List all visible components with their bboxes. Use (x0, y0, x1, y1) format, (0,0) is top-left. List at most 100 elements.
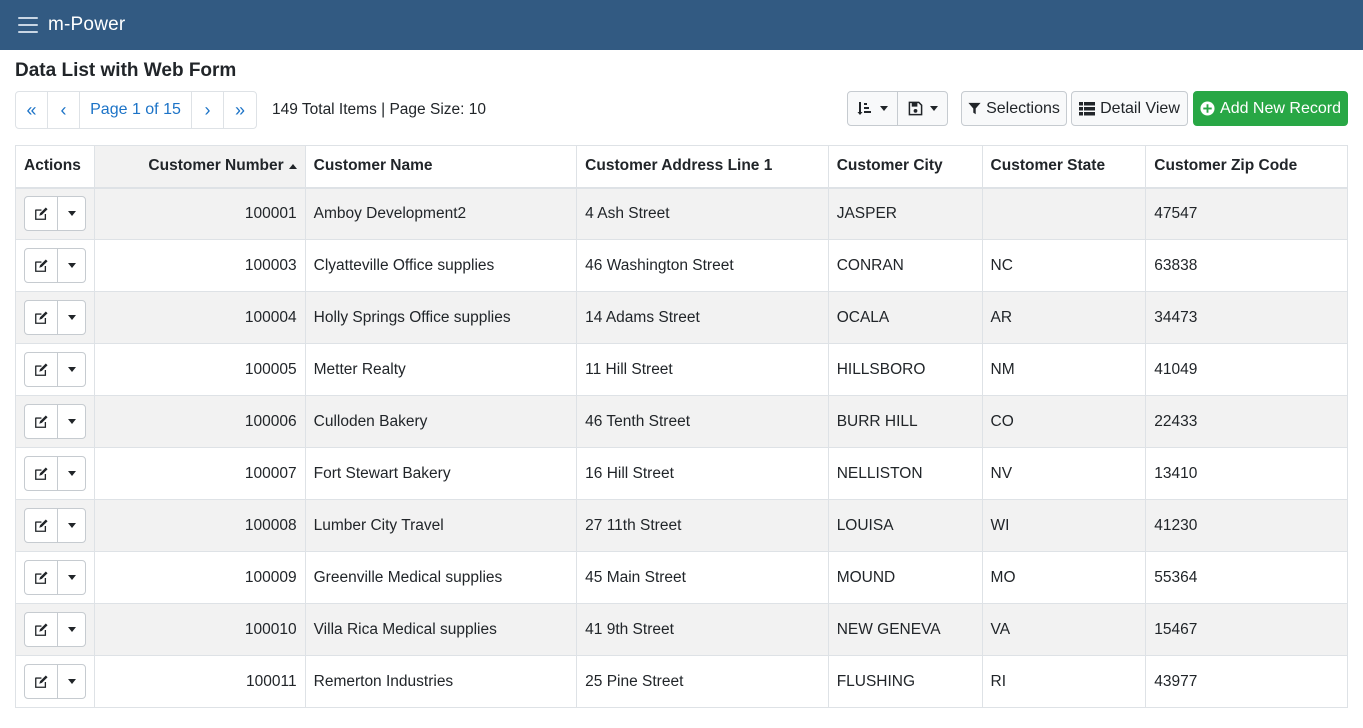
table-row[interactable]: 100011 Remerton Industries 25 Pine Street F… (15, 655, 1348, 708)
header-customer-number[interactable]: Customer Number (94, 145, 306, 189)
row-menu-button[interactable] (58, 353, 85, 386)
page-title: Data List with Web Form (15, 60, 237, 81)
cell-state: AR (981, 291, 1147, 344)
edit-button[interactable] (25, 301, 58, 334)
row-menu-button[interactable] (58, 301, 85, 334)
add-new-record-button[interactable]: Add New Record (1193, 91, 1348, 126)
cell-address: 27 11th Street (576, 499, 829, 552)
cell-address: 16 Hill Street (576, 447, 829, 500)
table-row[interactable]: 100010 Villa Rica Medical supplies 41 9th … (15, 603, 1348, 656)
table-row[interactable]: 100008 Lumber City Travel 27 11th Street LO… (15, 499, 1348, 552)
cell-address: 14 Adams Street (576, 291, 829, 344)
caret-down-icon (67, 211, 76, 217)
caret-down-icon (67, 575, 76, 580)
row-actions-cell (15, 447, 95, 500)
cell-address: 45 Main Street (576, 551, 829, 604)
edit-button[interactable] (25, 197, 58, 231)
cell-address: 41 9th Street (576, 603, 829, 656)
table-row[interactable]: 100005 Metter Realty 11 Hill Street HILLSBO… (15, 343, 1348, 396)
row-menu-button[interactable] (58, 249, 85, 282)
detail-view-label: Detail View (1100, 99, 1180, 117)
cell-zip: 22433 (1145, 395, 1348, 448)
selections-button[interactable]: Selections (961, 91, 1067, 126)
cell-zip: 63838 (1145, 239, 1348, 292)
cell-city: CONRAN (827, 239, 983, 292)
edit-button[interactable] (25, 353, 58, 386)
cell-customer-number: 100009 (94, 551, 306, 604)
row-menu-button[interactable] (58, 457, 85, 490)
table-row[interactable]: 100001 Amboy Development2 4 Ash Street JASP… (15, 187, 1348, 240)
row-actions-cell (15, 187, 95, 240)
caret-down-icon (67, 315, 76, 320)
cell-customer-number: 100004 (94, 291, 306, 344)
edit-button[interactable] (25, 509, 58, 542)
plus-circle-icon (1200, 101, 1215, 116)
cell-state: VA (981, 603, 1147, 656)
caret-down-icon (67, 367, 76, 372)
row-menu-button[interactable] (58, 509, 85, 542)
cell-zip: 41049 (1145, 343, 1348, 396)
table-row[interactable]: 100007 Fort Stewart Bakery 16 Hill Street N… (15, 447, 1348, 500)
cell-address: 25 Pine Street (576, 655, 829, 708)
detail-view-button[interactable]: Detail View (1071, 91, 1188, 126)
cell-city: JASPER (827, 187, 983, 240)
edit-icon (34, 622, 48, 637)
row-menu-button[interactable] (58, 613, 85, 646)
caret-down-icon (67, 523, 76, 528)
pager-summary: 149 Total Items | Page Size: 10 (272, 101, 486, 118)
cell-zip: 13410 (1145, 447, 1348, 500)
edit-button[interactable] (25, 613, 58, 646)
caret-down-icon (67, 471, 76, 476)
cell-address: 11 Hill Street (576, 343, 829, 396)
row-actions-group (24, 196, 86, 232)
row-actions-group (24, 508, 86, 543)
cell-state: RI (981, 655, 1147, 708)
cell-customer-number: 100005 (94, 343, 306, 396)
table-row[interactable]: 100009 Greenville Medical supplies 45 Main… (15, 551, 1348, 604)
edit-button[interactable] (25, 405, 58, 438)
page-indicator[interactable]: Page 1 of 15 (80, 92, 192, 128)
table-row[interactable]: 100004 Holly Springs Office supplies 14 Ad… (15, 291, 1348, 344)
app-brand[interactable]: m-Power (48, 14, 125, 36)
edit-button[interactable] (25, 457, 58, 490)
header-city[interactable]: Customer City (827, 145, 983, 189)
table-row[interactable]: 100003 Clyatteville Office supplies 46 Was… (15, 239, 1348, 292)
header-zip[interactable]: Customer Zip Code (1145, 145, 1348, 189)
edit-icon (34, 207, 48, 221)
cell-customer-name: Metter Realty (304, 343, 578, 396)
save-dropdown-button[interactable] (897, 91, 948, 126)
next-page-button[interactable]: › (192, 92, 224, 128)
row-menu-button[interactable] (58, 561, 85, 594)
pager: « ‹ Page 1 of 15 › » (15, 91, 257, 129)
sort-dropdown-button[interactable] (847, 91, 898, 126)
cell-customer-number: 100008 (94, 499, 306, 552)
edit-icon (34, 466, 48, 481)
hamburger-icon[interactable] (18, 17, 38, 33)
edit-button[interactable] (25, 665, 58, 698)
row-menu-button[interactable] (58, 665, 85, 698)
caret-down-icon (929, 106, 938, 111)
cell-customer-name: Holly Springs Office supplies (304, 291, 578, 344)
header-address[interactable]: Customer Address Line 1 (576, 145, 829, 189)
prev-page-button[interactable]: ‹ (48, 92, 80, 128)
edit-button[interactable] (25, 561, 58, 594)
cell-customer-name: Clyatteville Office supplies (304, 239, 578, 292)
row-actions-cell (15, 499, 95, 552)
last-page-button[interactable]: » (224, 92, 256, 128)
row-menu-button[interactable] (58, 405, 85, 438)
row-actions-group (24, 612, 86, 647)
row-menu-button[interactable] (58, 197, 85, 230)
edit-button[interactable] (25, 249, 58, 282)
cell-customer-number: 100003 (94, 239, 306, 292)
cell-customer-number: 100010 (94, 603, 306, 656)
cell-city: HILLSBORO (827, 343, 983, 396)
cell-state: MO (981, 551, 1147, 604)
header-customer-name[interactable]: Customer Name (304, 145, 578, 189)
header-state[interactable]: Customer State (981, 145, 1147, 189)
table-row[interactable]: 100006 Culloden Bakery 46 Tenth Street BURR… (15, 395, 1348, 448)
first-page-button[interactable]: « (16, 92, 48, 128)
selections-label: Selections (986, 99, 1060, 117)
row-actions-group (24, 352, 86, 387)
row-actions-cell (15, 655, 95, 708)
cell-customer-number: 100011 (94, 655, 306, 708)
